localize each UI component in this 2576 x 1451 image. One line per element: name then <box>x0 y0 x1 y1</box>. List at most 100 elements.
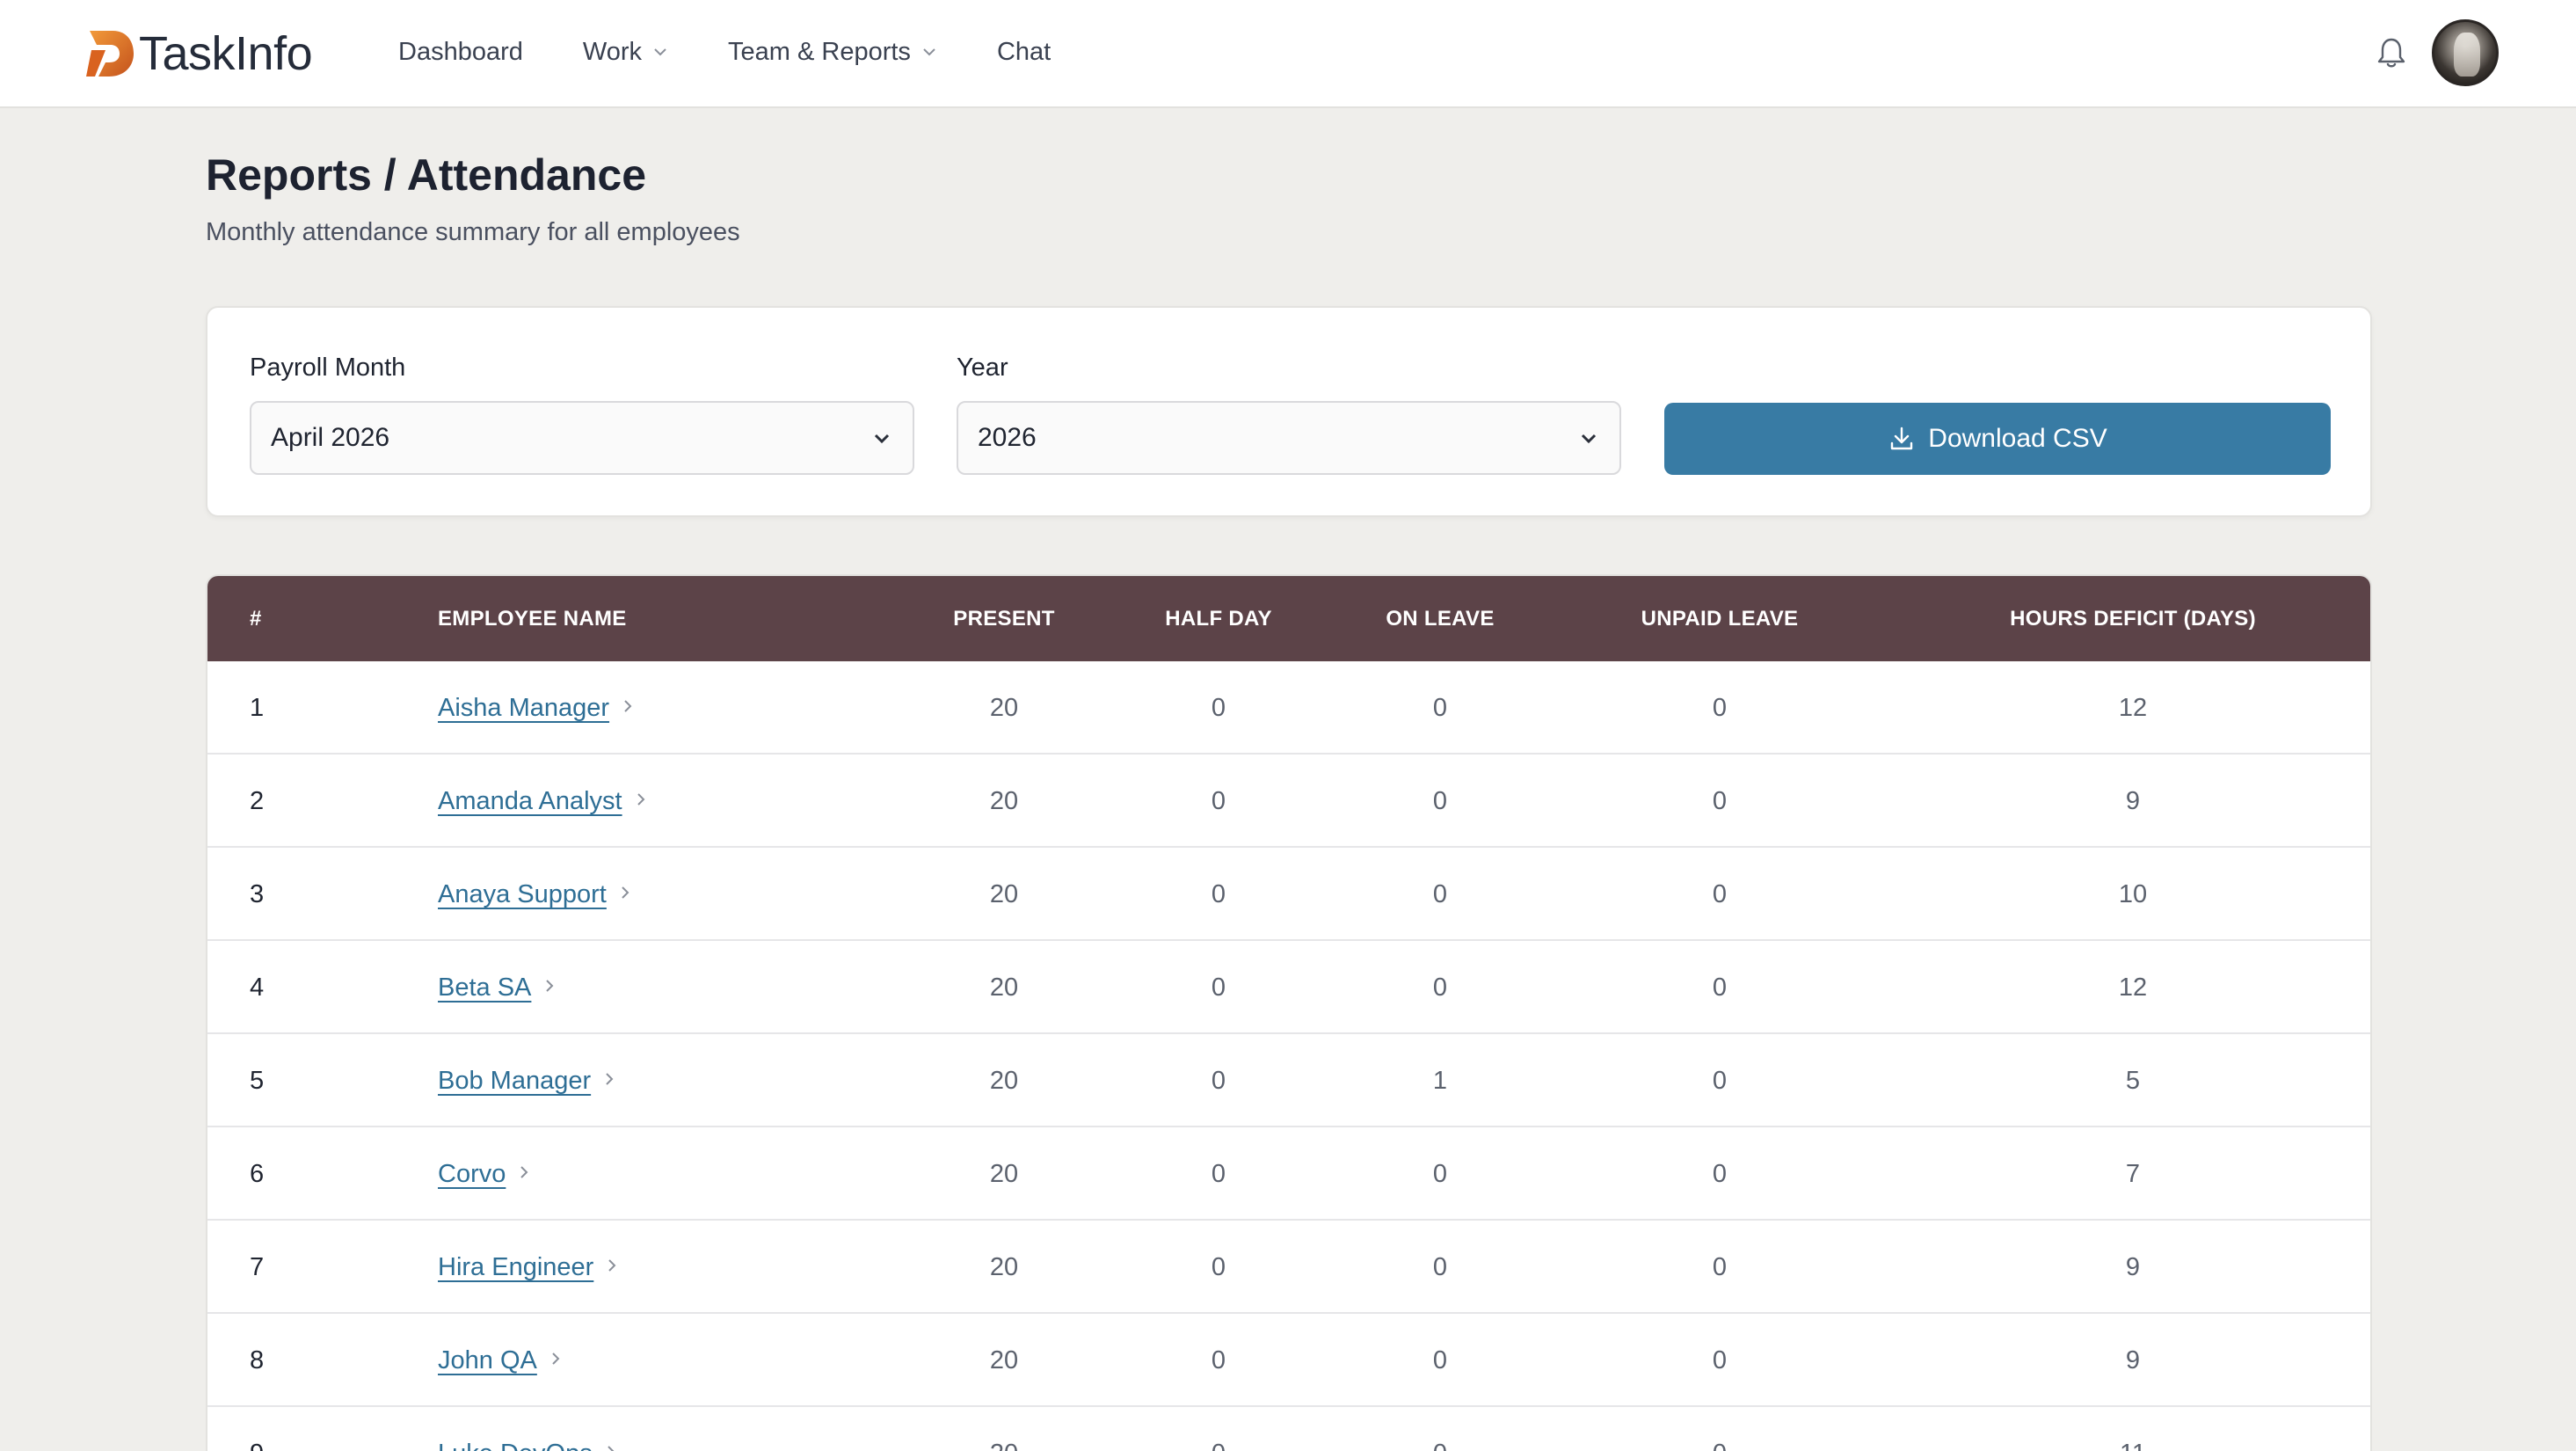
chevron-right-icon[interactable] <box>617 885 633 900</box>
half-day-cell: 0 <box>1211 973 1226 1002</box>
hours-deficit-cell: 5 <box>2125 1067 2141 1095</box>
chevron-right-icon[interactable] <box>604 1258 620 1273</box>
column-header-present: PRESENT <box>953 607 1055 631</box>
column-header-half-day: HALF DAY <box>1165 607 1272 631</box>
row-index: 3 <box>250 880 265 908</box>
bell-icon[interactable] <box>2374 35 2409 70</box>
table-row: 1 Aisha Manager 20 0 0 0 12 <box>207 661 2370 755</box>
nav-work[interactable]: Work <box>583 38 668 67</box>
employee-name-link[interactable]: Anaya Support <box>438 880 607 908</box>
chevron-right-icon[interactable] <box>542 978 557 994</box>
half-day-cell: 0 <box>1211 1067 1226 1095</box>
chevron-right-icon[interactable] <box>633 791 649 807</box>
chevron-down-icon <box>874 434 890 444</box>
hours-deficit-cell: 9 <box>2125 1346 2141 1374</box>
half-day-cell: 0 <box>1211 1346 1226 1374</box>
on-leave-cell: 0 <box>1432 694 1448 722</box>
hours-deficit-cell: 9 <box>2125 787 2141 815</box>
page-title: Reports / Attendance <box>206 150 647 200</box>
employee-name-link[interactable]: John QA <box>438 1346 537 1374</box>
taskinfo-logo[interactable]: TaskInfo <box>86 26 313 81</box>
nav-dashboard-label: Dashboard <box>398 37 523 66</box>
chevron-right-icon[interactable] <box>516 1164 532 1180</box>
nav-team-reports[interactable]: Team & Reports <box>728 38 937 67</box>
on-leave-cell: 0 <box>1432 1346 1448 1374</box>
download-csv-label: Download CSV <box>1928 424 2107 453</box>
hours-deficit-cell: 10 <box>2118 880 2148 908</box>
table-row: 7 Hira Engineer 20 0 0 0 9 <box>207 1221 2370 1314</box>
year-select[interactable]: 2026 <box>957 401 1621 475</box>
download-icon <box>1891 427 1913 450</box>
row-index: 5 <box>250 1067 265 1095</box>
present-cell: 20 <box>989 694 1019 722</box>
hours-deficit-cell: 12 <box>2118 973 2148 1002</box>
present-cell: 20 <box>989 1160 1019 1188</box>
nav-chat[interactable]: Chat <box>997 38 1051 67</box>
hours-deficit-cell: 11 <box>1957 1407 2309 1451</box>
top-navigation-bar: TaskInfo Dashboard Work Team & Reports C… <box>0 0 2576 108</box>
on-leave-cell: 0 <box>1432 973 1448 1002</box>
hours-deficit-cell: 7 <box>2125 1160 2141 1188</box>
column-header-hours-deficit: HOURS DEFICIT (DAYS) <box>2010 607 2256 631</box>
column-header-on-leave: ON LEAVE <box>1386 607 1495 631</box>
employee-name-cell: Beta SA <box>438 941 557 1034</box>
column-header-index: # <box>250 607 262 631</box>
payroll-month-value: April 2026 <box>271 423 390 452</box>
row-index: 9 <box>250 1407 264 1451</box>
employee-name-cell: John QA <box>438 1314 564 1407</box>
nav-work-label: Work <box>582 37 643 66</box>
employee-name-link[interactable]: Luke DevOps <box>438 1440 593 1451</box>
present-cell: 20 <box>916 1407 1092 1451</box>
unpaid-leave-cell: 0 <box>1712 1253 1728 1281</box>
table-row: 8 John QA 20 0 0 0 9 <box>207 1314 2370 1407</box>
half-day-cell: 0 <box>1211 694 1226 722</box>
on-leave-cell: 0 <box>1432 880 1448 908</box>
column-header-unpaid-leave: UNPAID LEAVE <box>1641 607 1799 631</box>
chevron-right-icon[interactable] <box>548 1351 564 1367</box>
employee-name-link[interactable]: Aisha Manager <box>438 694 609 722</box>
table-row: 2 Amanda Analyst 20 0 0 0 9 <box>207 755 2370 848</box>
chevron-right-icon[interactable] <box>620 698 636 714</box>
unpaid-leave-cell: 0 <box>1712 787 1728 815</box>
present-cell: 20 <box>989 973 1019 1002</box>
nav-team-reports-label: Team & Reports <box>728 37 911 66</box>
year-label: Year <box>957 354 1008 382</box>
half-day-cell: 0 <box>1122 1407 1315 1451</box>
employee-name-link[interactable]: Amanda Analyst <box>438 787 622 815</box>
download-csv-button[interactable]: Download CSV <box>1664 403 2331 475</box>
chevron-down-icon <box>923 48 935 56</box>
nav-dashboard[interactable]: Dashboard <box>398 38 523 67</box>
on-leave-cell: 0 <box>1432 1253 1448 1281</box>
payroll-month-select[interactable]: April 2026 <box>250 401 914 475</box>
chevron-right-icon[interactable] <box>603 1444 619 1451</box>
attendance-table: # EMPLOYEE NAME PRESENT HALF DAY ON LEAV… <box>206 574 2372 1451</box>
row-index: 2 <box>250 787 265 815</box>
table-header: # EMPLOYEE NAME PRESENT HALF DAY ON LEAV… <box>207 576 2370 661</box>
app-name: TaskInfo <box>139 27 313 80</box>
employee-name-link[interactable]: Corvo <box>438 1160 506 1188</box>
avatar[interactable] <box>2432 19 2499 86</box>
table-row: 9 Luke DevOps 20 0 0 0 11 <box>207 1407 2370 1451</box>
half-day-cell: 0 <box>1211 1160 1226 1188</box>
row-index: 8 <box>250 1346 265 1374</box>
present-cell: 20 <box>989 787 1019 815</box>
employee-name-link[interactable]: Hira Engineer <box>438 1253 593 1281</box>
taskinfo-logo-icon <box>86 31 134 77</box>
employee-name-cell: Aisha Manager <box>438 661 636 755</box>
hours-deficit-cell: 9 <box>2125 1253 2141 1281</box>
employee-name-cell: Corvo <box>438 1127 532 1221</box>
chevron-right-icon[interactable] <box>601 1071 617 1087</box>
unpaid-leave-cell: 0 <box>1712 973 1728 1002</box>
main-nav: Dashboard Work Team & Reports Chat <box>398 0 1110 104</box>
page-subtitle: Monthly attendance summary for all emplo… <box>206 218 740 246</box>
nav-chat-label: Chat <box>996 37 1052 66</box>
on-leave-cell: 0 <box>1343 1407 1537 1451</box>
hours-deficit-cell: 12 <box>2118 694 2148 722</box>
payroll-month-label: Payroll Month <box>250 354 406 382</box>
unpaid-leave-cell: 0 <box>1712 880 1728 908</box>
table-row: 4 Beta SA 20 0 0 0 12 <box>207 941 2370 1034</box>
row-index: 7 <box>250 1253 265 1281</box>
unpaid-leave-cell: 0 <box>1712 1346 1728 1374</box>
employee-name-link[interactable]: Bob Manager <box>438 1067 591 1095</box>
employee-name-link[interactable]: Beta SA <box>438 973 531 1002</box>
